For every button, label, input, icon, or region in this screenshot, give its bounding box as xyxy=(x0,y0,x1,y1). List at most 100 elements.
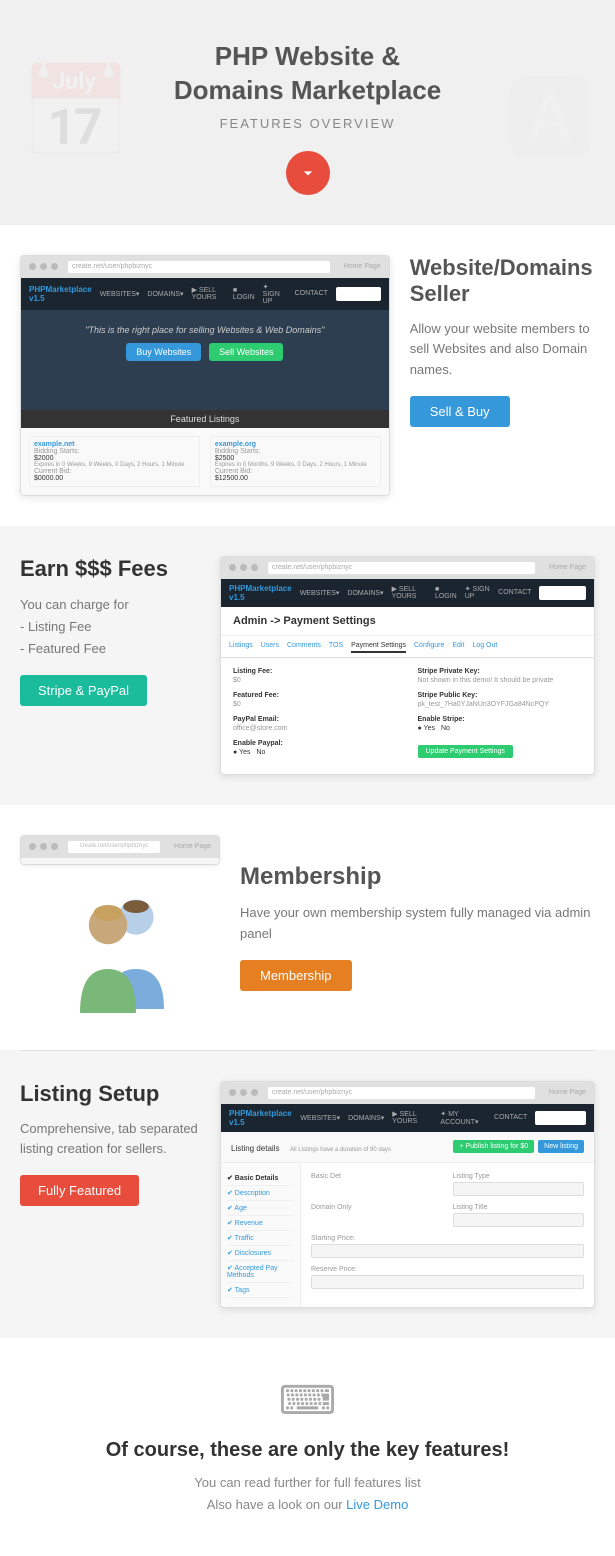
nav-search[interactable] xyxy=(336,287,381,301)
mem-dot-1 xyxy=(29,843,36,850)
admin-tab-tos[interactable]: TOS xyxy=(329,640,343,653)
admin-site-nav: PHPMarketplace v1.5 WEBSITES▾ DOMAINS▾ ▶… xyxy=(221,579,594,607)
admin-tab-payment[interactable]: Payment Settings xyxy=(351,640,406,653)
admin-nav-login: ■ LOGIN xyxy=(435,586,457,600)
paypal-yes[interactable]: ● Yes xyxy=(233,749,250,756)
reserve-price-input[interactable] xyxy=(311,1275,584,1289)
fully-featured-button[interactable]: Fully Featured xyxy=(20,1175,139,1206)
admin-browser-bar: create.net/user/phpbiznyc Home Page xyxy=(221,557,594,579)
nav-pay-methods[interactable]: ✔ Accepted Pay Methods xyxy=(227,1261,294,1283)
site-cta-buttons: Buy Websites Sell Websites xyxy=(36,343,374,361)
keyboard-icon: ⌨ xyxy=(20,1378,595,1424)
enable-paypal-radio[interactable]: ● Yes No xyxy=(233,749,398,756)
membership-image: create.net/user/phpbiznyc Home Page xyxy=(20,835,220,1020)
listing-form-content: Basic Det Listing Type Domain Only Listi… xyxy=(301,1163,594,1307)
listing-field-row-1: Basic Det Listing Type xyxy=(311,1173,584,1196)
listing-sidebar-nav: ✔ Basic Details ✔ Description ✔ Age ✔ Re… xyxy=(221,1163,301,1307)
stripe-paypal-button[interactable]: Stripe & PayPal xyxy=(20,675,147,706)
sell-buy-button[interactable]: Sell & Buy xyxy=(410,396,510,427)
listing-val-2a: $2500 xyxy=(215,455,376,462)
admin-tab-logout[interactable]: Log Out xyxy=(472,640,497,653)
basic-det-label: Basic Det xyxy=(311,1173,443,1180)
listing-body: ✔ Basic Details ✔ Description ✔ Age ✔ Re… xyxy=(221,1163,594,1307)
new-listing-button[interactable]: New listing xyxy=(538,1140,584,1153)
ls-dot-2 xyxy=(240,1089,247,1096)
nav-basic-details[interactable]: ✔ Basic Details xyxy=(227,1171,294,1186)
ls-brand: PHPMarketplace v1.5 xyxy=(229,1109,292,1127)
admin-brand: PHPMarketplace v1.5 xyxy=(229,584,292,602)
buy-websites-btn[interactable]: Buy Websites xyxy=(126,343,201,361)
membership-button[interactable]: Membership xyxy=(240,960,352,991)
domain-only-label: Domain Only xyxy=(311,1204,443,1211)
browser-top-bar: create.net/user/phpbiznyc Home Page xyxy=(21,256,389,278)
paypal-no[interactable]: No xyxy=(256,749,265,756)
starting-price-input[interactable] xyxy=(311,1244,584,1258)
listing-details-title: Listing details All Listings have a dura… xyxy=(231,1138,391,1156)
users-illustration xyxy=(40,875,200,1015)
ls-search[interactable] xyxy=(535,1111,586,1125)
listing-heading: Listing Setup xyxy=(20,1081,200,1107)
membership-browser-bar: create.net/user/phpbiznyc Home Page xyxy=(21,836,219,858)
ls-dot-3 xyxy=(251,1089,258,1096)
listing-title-input[interactable] xyxy=(453,1213,585,1227)
nav-age[interactable]: ✔ Age xyxy=(227,1201,294,1216)
mem-url: create.net/user/phpbiznyc xyxy=(68,841,160,853)
ls-dot-1 xyxy=(229,1089,236,1096)
site-hero-area: "This is the right place for selling Web… xyxy=(21,310,389,410)
listing-type-input[interactable] xyxy=(453,1182,585,1196)
ls-home-btn: Home Page xyxy=(549,1089,586,1096)
site-nav: PHPMarketplace v1.5 WEBSITES▾ DOMAINS▾ ▶… xyxy=(21,278,389,310)
admin-tab-comments[interactable]: Comments xyxy=(287,640,321,653)
admin-tab-listings[interactable]: Listings xyxy=(229,640,253,653)
nav-revenue[interactable]: ✔ Revenue xyxy=(227,1216,294,1231)
live-demo-link[interactable]: Live Demo xyxy=(346,1497,408,1512)
listing-field-row-3: Starting Price: xyxy=(311,1235,584,1258)
nav-description[interactable]: ✔ Description xyxy=(227,1186,294,1201)
admin-body: Listing Fee: $0 Featured Fee: $0 PayPal … xyxy=(221,658,594,774)
featured-listings-label: Featured Listings xyxy=(21,410,389,428)
stripe-public-label: Stripe Public Key: xyxy=(418,692,583,699)
browser-dot-3 xyxy=(51,263,58,270)
sell-websites-btn[interactable]: Sell Websites xyxy=(209,343,283,361)
stripe-yes[interactable]: ● Yes xyxy=(418,725,435,732)
membership-heading: Membership xyxy=(240,863,595,891)
admin-tab-edit[interactable]: Edit xyxy=(452,640,464,653)
listing-item-2: example.org Bidding Starts: $2500 Expire… xyxy=(210,436,381,487)
seller-info: Website/Domains Seller Allow your websit… xyxy=(410,255,595,427)
enable-paypal-label: Enable Paypal: xyxy=(233,740,398,747)
listing-title-text: Listing details xyxy=(231,1144,279,1153)
update-payment-button[interactable]: Update Payment Settings xyxy=(418,745,513,758)
enable-stripe-radio[interactable]: ● Yes No xyxy=(418,725,583,732)
seller-screenshot: create.net/user/phpbiznyc Home Page PHPM… xyxy=(20,255,390,496)
listing-duration-note: All Listings have a duration of 90 days xyxy=(290,1147,391,1153)
scroll-down-button[interactable] xyxy=(286,151,330,195)
admin-panel: create.net/user/phpbiznyc Home Page PHPM… xyxy=(220,556,595,775)
nav-traffic[interactable]: ✔ Traffic xyxy=(227,1231,294,1246)
listing-header-bar: Listing details All Listings have a dura… xyxy=(221,1132,594,1163)
admin-tab-configure[interactable]: Configure xyxy=(414,640,444,653)
fees-heading: Earn $$$ Fees xyxy=(20,556,200,582)
membership-browser-body xyxy=(21,858,219,864)
ls-nav-domains: DOMAINS▾ xyxy=(348,1114,384,1122)
ls-url: create.net/user/phpbiznyc xyxy=(268,1087,535,1099)
admin-tab-users[interactable]: Users xyxy=(261,640,279,653)
publish-listing-button[interactable]: + Publish listing for $0 xyxy=(453,1140,534,1153)
nav-tags[interactable]: ✔ Tags xyxy=(227,1283,294,1298)
membership-info: Membership Have your own membership syst… xyxy=(240,863,595,991)
listing-fee-value: $0 xyxy=(233,677,398,684)
fees-section: Earn $$$ Fees You can charge for - Listi… xyxy=(0,526,615,805)
admin-nav-btn: Home Page xyxy=(549,564,586,571)
seller-heading: Website/Domains Seller xyxy=(410,255,595,307)
mem-dot-3 xyxy=(51,843,58,850)
browser-dot-1 xyxy=(29,263,36,270)
nav-item-websites: WEBSITES▾ xyxy=(100,290,140,298)
listing-domain-2: example.org xyxy=(215,441,376,448)
stripe-no[interactable]: No xyxy=(441,725,450,732)
nav-disclosures[interactable]: ✔ Disclosures xyxy=(227,1246,294,1261)
browser-dot-2 xyxy=(40,263,47,270)
footer-cta-section: ⌨ Of course, these are only the key feat… xyxy=(0,1338,615,1556)
listing-val-1b: $0000.00 xyxy=(34,475,195,482)
listing-browser-bar: create.net/user/phpbiznyc Home Page xyxy=(221,1082,594,1104)
site-tagline: "This is the right place for selling Web… xyxy=(36,325,374,335)
admin-search[interactable] xyxy=(539,586,586,600)
